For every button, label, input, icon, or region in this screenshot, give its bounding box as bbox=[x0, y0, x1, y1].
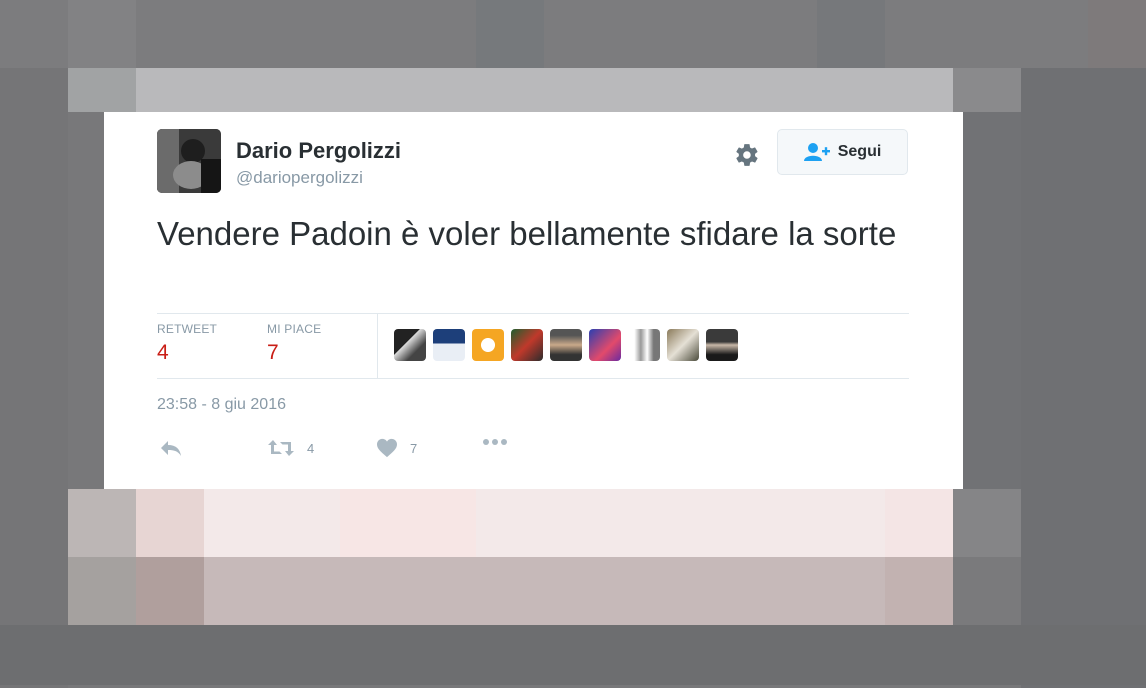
more-button[interactable] bbox=[482, 438, 508, 446]
settings-button[interactable] bbox=[732, 140, 762, 170]
like-button[interactable]: 7 bbox=[376, 438, 417, 458]
like-stat[interactable]: MI PIACE 7 bbox=[267, 322, 321, 365]
background-block bbox=[885, 557, 953, 625]
background-block bbox=[953, 489, 1021, 557]
author-name[interactable]: Dario Pergolizzi bbox=[236, 138, 401, 164]
background-block bbox=[136, 489, 204, 557]
retweet-button[interactable]: 4 bbox=[267, 438, 314, 458]
follow-button-label: Segui bbox=[837, 143, 882, 160]
background-block bbox=[953, 68, 1021, 112]
background-block bbox=[1088, 0, 1146, 68]
retweet-action-count: 4 bbox=[307, 440, 315, 456]
background-block bbox=[0, 68, 68, 688]
like-action-count: 7 bbox=[410, 440, 418, 456]
background-block bbox=[68, 68, 136, 112]
add-user-icon bbox=[803, 143, 830, 161]
background-block bbox=[68, 0, 136, 68]
tweet-card: Dario Pergolizzi @dariopergolizzi Segui … bbox=[104, 112, 963, 489]
follow-button[interactable]: Segui bbox=[777, 129, 908, 175]
liker-avatar[interactable] bbox=[706, 329, 738, 361]
liker-avatar[interactable] bbox=[628, 329, 660, 361]
more-icon bbox=[483, 439, 507, 445]
liker-avatar[interactable] bbox=[433, 329, 465, 361]
background-block bbox=[0, 625, 1146, 685]
author-handle[interactable]: @dariopergolizzi bbox=[236, 168, 363, 188]
liker-avatar[interactable] bbox=[667, 329, 699, 361]
gear-icon bbox=[736, 144, 758, 166]
like-stat-count: 7 bbox=[267, 341, 279, 364]
retweet-stat-count: 4 bbox=[157, 341, 169, 364]
background-block bbox=[885, 489, 953, 557]
liker-avatar[interactable] bbox=[394, 329, 426, 361]
background-block bbox=[476, 0, 544, 68]
liker-avatar[interactable] bbox=[472, 329, 504, 361]
reply-button[interactable] bbox=[159, 438, 183, 458]
background-block bbox=[817, 0, 885, 68]
tweet-text: Vendere Padoin è voler bellamente sfidar… bbox=[157, 215, 897, 252]
background-block bbox=[68, 489, 136, 557]
like-stat-label: MI PIACE bbox=[267, 322, 322, 336]
retweet-icon bbox=[268, 440, 294, 456]
retweet-stat[interactable]: RETWEET 4 bbox=[157, 322, 217, 365]
retweet-stat-label: RETWEET bbox=[157, 322, 218, 336]
background-block bbox=[0, 0, 1146, 68]
tweet-stats: RETWEET 4 MI PIACE 7 bbox=[157, 313, 909, 379]
background-block bbox=[963, 112, 1021, 489]
author-avatar[interactable] bbox=[157, 129, 221, 193]
liker-avatar[interactable] bbox=[511, 329, 543, 361]
liker-avatar[interactable] bbox=[550, 329, 582, 361]
background-block bbox=[68, 557, 136, 625]
background-block bbox=[136, 557, 204, 625]
tweet-timestamp[interactable]: 23:58 - 8 giu 2016 bbox=[157, 396, 286, 414]
stats-divider bbox=[377, 314, 378, 378]
background-block bbox=[1021, 68, 1146, 688]
background-block bbox=[340, 489, 476, 557]
liker-avatar[interactable] bbox=[589, 329, 621, 361]
background-block bbox=[68, 68, 953, 112]
heart-icon bbox=[377, 438, 397, 458]
reply-icon bbox=[161, 441, 181, 456]
background-block bbox=[953, 557, 1021, 625]
likers-avatars bbox=[394, 329, 738, 361]
avatar-photo bbox=[157, 129, 221, 193]
